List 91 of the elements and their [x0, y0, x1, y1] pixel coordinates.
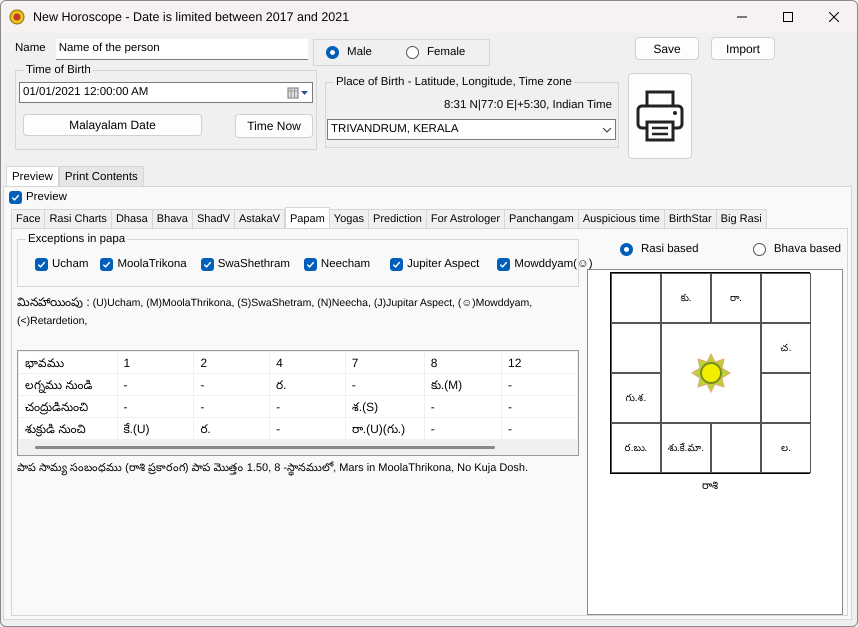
checkbox-label: Preview — [26, 190, 67, 205]
group-title: Exceptions in papa — [26, 232, 128, 246]
radio-button[interactable] — [406, 46, 419, 59]
table-cell: - — [194, 374, 270, 396]
column-header: 12 — [502, 352, 578, 374]
table-cell: - — [345, 374, 424, 396]
radio-label: Rasi based — [641, 242, 699, 257]
window-title: New Horoscope - Date is limited between 2017 and 2021 — [33, 8, 350, 26]
table-cell: కు.(M) — [424, 374, 502, 396]
chart-cell-text: గు.శ. — [626, 392, 646, 406]
name-label: Name — [15, 41, 46, 56]
chart-cell-text: ర.బు. — [624, 442, 648, 456]
preview-checkbox[interactable] — [9, 191, 22, 204]
radio-button[interactable] — [326, 46, 339, 59]
tab[interactable]: Auspicious time — [578, 209, 665, 228]
table-cell: ర. — [270, 374, 346, 396]
chart-cell-text: శు.కే.మా. — [668, 442, 704, 456]
chevron-down-icon — [602, 126, 612, 133]
malayalam-date-button[interactable]: Malayalam Date — [23, 114, 202, 136]
horizontal-scrollbar[interactable] — [18, 440, 578, 456]
save-button[interactable]: Save — [635, 37, 699, 60]
tab[interactable]: Dhasa — [112, 209, 153, 228]
table-cell: - — [424, 396, 502, 418]
import-button[interactable]: Import — [711, 37, 775, 60]
chart-cell-text: చ. — [780, 342, 792, 356]
maximize-icon — [783, 12, 793, 22]
column-header: 7 — [345, 352, 424, 374]
checkbox[interactable] — [497, 258, 510, 272]
chart-caption: రాశి — [701, 479, 719, 494]
print-button[interactable] — [628, 73, 692, 159]
chart-cell-text: కు. — [680, 292, 692, 306]
tab[interactable]: ShadV — [192, 209, 235, 228]
tab[interactable]: Preview — [6, 166, 59, 186]
row-header: చంద్రుడినుంచి — [18, 396, 117, 418]
chart-cell-text: ల. — [781, 442, 791, 456]
tab[interactable]: Face — [11, 209, 46, 228]
column-header: 1 — [117, 352, 194, 374]
column-header: 8 — [424, 352, 502, 374]
tab[interactable]: AstakaV — [234, 209, 285, 228]
name-field[interactable]: Name of the person — [56, 39, 308, 60]
sun-icon — [691, 353, 731, 394]
checkbox[interactable] — [304, 258, 317, 272]
tab[interactable]: Yogas — [330, 209, 369, 228]
radio-label: Bhava based — [774, 242, 841, 257]
table-cell: శ.(S) — [345, 396, 424, 418]
app-icon — [9, 9, 25, 25]
summary-text: పాప సామ్య సంబంధము (రాశి ప్రకారంగ) పాప మొత్తం 1.50, 8 -స్థానములో, Mars in MoolaThrikona, No Kuja Dosh. — [17, 460, 530, 478]
table-cell: - — [117, 374, 194, 396]
table-cell: - — [270, 396, 346, 418]
checkbox[interactable] — [35, 258, 48, 272]
place-dropdown[interactable]: TRIVANDRUM, KERALA — [327, 119, 616, 140]
close-icon — [829, 12, 839, 22]
date-time-field[interactable]: 01/01/2021 12:00:00 AM — [19, 82, 313, 103]
checkbox-label: MoolaTrikona — [117, 257, 187, 272]
time-now-button[interactable]: Time Now — [235, 114, 313, 138]
radio-label: Female — [426, 44, 466, 60]
chart-cell-text: రా. — [730, 292, 742, 306]
checkbox-label: Ucham — [52, 257, 88, 272]
calendar-dropdown-icon[interactable] — [287, 86, 309, 98]
table-cell: - — [502, 374, 578, 396]
column-header: 4 — [270, 352, 346, 374]
tab[interactable]: BirthStar — [664, 209, 717, 228]
table-cell: - — [194, 396, 270, 418]
coordinates-text: 8:31 N|77:0 E|+5:30, Indian Time — [442, 98, 612, 113]
group-title: Place of Birth - Latitude, Longitude, Time zone — [334, 75, 574, 89]
table-cell: - — [502, 396, 578, 418]
tab[interactable]: Big Rasi — [716, 209, 767, 228]
checkbox[interactable] — [200, 258, 214, 272]
radio-button[interactable] — [620, 242, 633, 256]
checkbox-label: Mowddyam(☺) — [514, 257, 593, 272]
column-header: 2 — [194, 352, 270, 374]
scrollbar-thumb[interactable] — [35, 446, 495, 450]
radio-label: Male — [347, 44, 372, 60]
checkbox-label: SwaShethram — [218, 257, 290, 272]
checkbox[interactable] — [390, 258, 404, 272]
tab[interactable]: Bhava — [152, 209, 193, 228]
checkbox-label: Jupiter Aspect — [407, 257, 480, 272]
table-cell: - — [117, 396, 194, 418]
tab[interactable]: For Astrologer — [426, 209, 505, 228]
legend-text: మినహాయింపు : (U)Ucham, (M)MoolaThrikona, (S)SwaShetram, (N)Neecha, (J)Jupitar Aspect, (☺)Mowddyam, (<)Retardetion, — [17, 294, 534, 330]
checkbox-label: Neecham — [320, 257, 370, 272]
tab[interactable]: Papam — [284, 207, 330, 228]
tab[interactable]: Prediction — [368, 209, 427, 228]
tab[interactable]: Panchangam — [505, 209, 579, 228]
checkbox[interactable] — [100, 258, 114, 272]
radio-button[interactable] — [752, 242, 766, 256]
tab[interactable]: Print Contents — [58, 166, 144, 186]
tab[interactable]: Rasi Charts — [45, 209, 112, 228]
column-header: భావము — [18, 352, 117, 374]
printer-icon — [636, 88, 684, 144]
row-header: లగ్నము నుండి — [18, 374, 117, 396]
